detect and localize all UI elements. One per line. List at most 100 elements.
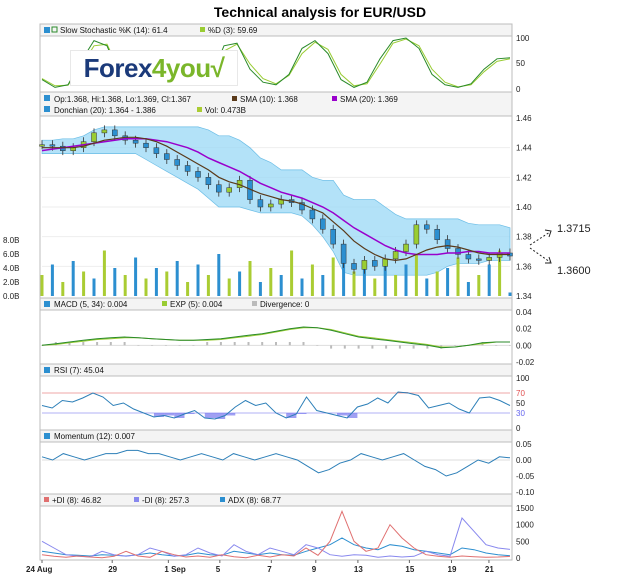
volume-bar [290,250,294,296]
chart-canvas: Slow Stochastic %K (14): 61.4 %D (3): 59… [3,23,591,574]
volume-bar [238,271,242,296]
rsi-tick: 30 [516,409,525,418]
volume-tick: 8.0B [3,236,19,245]
volume-bar [279,275,283,296]
volume-bar [414,254,418,296]
macd-divergence-bar [302,342,305,346]
candle-body [382,258,388,267]
volume-bar [258,282,262,296]
macd-divergence-bar [233,342,236,346]
volume-bar [248,261,252,296]
candle-body [257,199,264,208]
volume-bar [373,278,377,296]
candle-body [268,203,274,208]
price-tick: 1.34 [516,292,532,301]
candle-body [372,260,378,267]
rsi-tick: 0 [516,424,521,433]
price-annotations: 1.3715 1.3600 [529,223,591,277]
candle-body [101,129,108,134]
macd-divergence-bar [385,345,388,349]
volume-bar [310,264,314,296]
x-tick-label: 13 [354,565,363,574]
candle-body [392,251,399,260]
volume-bar [144,278,148,296]
annotation-arrow-down [529,247,551,263]
rsi-legend: RSI (7): 45.04 [54,366,104,375]
adx-y-axis: 1500 1000 500 0 [516,504,534,563]
stoch-tick: 0 [516,85,521,94]
x-tick-label: 21 [485,565,494,574]
macd-legend-divergence: Divergence: 0 [260,300,310,309]
volume-tick: 4.0B [3,264,19,273]
volume-bar [487,264,491,296]
forex4you-logo: Forex4you√ [70,50,238,86]
x-tick-label: 5 [216,565,221,574]
macd-legend-exp: EXP (5): 0.004 [170,300,223,309]
volume-bar [300,278,304,296]
annotation-upper: 1.3715 [557,223,591,235]
macd-divergence-bar [206,342,209,346]
x-tick-label: 9 [312,565,317,574]
x-tick-label: 1 Sep [164,565,185,574]
stoch-legend-swatch [44,27,50,33]
volume-bar [186,282,190,296]
macd-divergence-bar [96,342,99,346]
macd-divergence-bar [219,342,222,346]
candle-body [340,243,347,264]
macd-divergence-bar [247,342,250,346]
adx-panel: +DI (8): 46.82 -DI (8): 257.3 ADX (8): 6… [39,493,534,563]
volume-bar [477,275,481,296]
macd-divergence-bar [137,345,140,346]
x-tick-label: 19 [448,565,457,574]
price-legend-donchian: Donchian (20): 1.364 - 1.386 [54,106,156,115]
volume-bar [92,278,96,296]
macd-panel: MACD (5, 34): 0.004 EXP (5): 0.004 Diver… [39,297,535,367]
price-tick: 1.46 [516,114,532,123]
x-tick-label: 15 [405,565,414,574]
volume-bar [331,257,335,296]
adx-legend-adx: ADX (8): 68.77 [228,496,281,505]
candle-body [476,258,482,261]
macd-divergence-bar [495,345,498,346]
rsi-y-axis: 100 705030 0 [516,374,530,433]
volume-bar [165,271,169,296]
macd-divergence-bar [453,345,456,346]
macd-divergence-bar [82,342,85,346]
macd-divergence-bar [109,342,112,346]
volume-y-axis: 8.0B 6.0B 4.0B 2.0B 0.0B [3,236,19,301]
adx-tick: 1500 [516,504,534,513]
price-tick: 1.40 [516,203,532,212]
volume-bar [123,275,127,296]
rsi-tick: 100 [516,374,530,383]
candle-body [205,177,212,185]
rsi-oversold-fill [347,413,358,418]
rsi-oversold-fill [337,413,348,416]
price-legend-vol: Vol: 0.473B [205,106,246,115]
x-axis: 24 Aug 29 1 Sep 5 7 9 13 15 19 21 [26,560,494,574]
candle-body [320,218,326,230]
adx-tick: 0 [516,554,521,563]
adx-legend-plusdi: +DI (8): 46.82 [52,496,102,505]
candle-body [164,153,170,160]
price-panel: Op:1.368, Hi:1.368, Lo:1.369, Cl:1.367 S… [3,91,532,301]
macd-divergence-bar [151,345,154,346]
macd-divergence-bar [164,345,167,346]
volume-bar [352,271,356,296]
annotation-arrow-up [529,231,551,246]
macd-tick: 0.00 [516,341,532,350]
price-legend-ohlc: Op:1.368, Hi:1.368, Lo:1.369, Cl:1.367 [54,95,192,104]
momentum-legend: Momentum (12): 0.007 [54,432,135,441]
volume-bar [206,275,210,296]
volume-bar [321,275,325,296]
adx-tick: 1000 [516,521,534,530]
rsi-tick: 50 [516,399,525,408]
volume-bar [50,264,54,296]
volume-bar [175,261,179,296]
annotation-lower: 1.3600 [557,265,591,277]
x-tick-label: 7 [267,565,272,574]
macd-tick: -0.02 [516,358,535,367]
stoch-tick: 50 [516,59,525,68]
candle-body [361,260,368,270]
candle-body [424,224,430,230]
rsi-panel: RSI (7): 45.04 100 705030 0 [39,363,530,433]
